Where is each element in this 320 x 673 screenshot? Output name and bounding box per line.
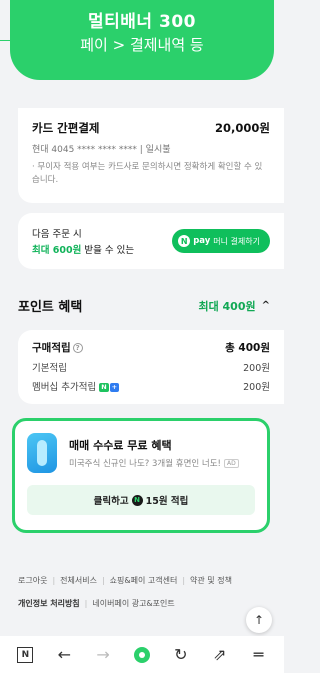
payment-amount: 20,000원 <box>215 121 270 135</box>
points-row-label: 기본적립 <box>32 363 67 374</box>
stock-fee-promo-banner[interactable]: 매매 수수료 무료 혜택 미국주식 신규인 나도? 3개월 휴면인 너도! AD … <box>12 418 270 533</box>
forward-button[interactable]: → <box>89 641 117 669</box>
claim-points-button[interactable]: 클릭하고 N 15원 적립 <box>27 485 255 515</box>
money-promo-line1: 다음 주문 시 <box>32 229 82 240</box>
claim-prefix: 클릭하고 <box>93 496 129 507</box>
refresh-icon: ↻ <box>174 645 188 664</box>
points-section-title: 포인트 혜택 <box>18 300 83 315</box>
points-section-header[interactable]: 포인트 혜택 최대 400원 ^ <box>18 296 284 316</box>
naver-n-badge-icon: N <box>99 383 109 392</box>
points-label: 구매적립 <box>32 342 71 354</box>
points-total: 총 400원 <box>225 342 270 354</box>
ad-tag: AD <box>223 459 239 468</box>
card-info: 현대 4045 **** **** **** | 일시불 <box>32 145 171 155</box>
points-card: 구매적립? 총 400원 기본적립 200원 멤버십 추가적립 N + 200원 <box>18 330 284 404</box>
npay-button-label: pay <box>193 236 211 246</box>
arrow-left-icon: ← <box>57 645 71 664</box>
menu-icon: ═ <box>253 645 264 664</box>
chevron-up-icon[interactable]: ^ <box>262 300 270 311</box>
points-row: 기본적립 200원 <box>32 360 270 374</box>
points-row: 멤버십 추가적립 N + 200원 <box>32 379 270 393</box>
scroll-to-top-button[interactable]: ↑ <box>246 607 272 633</box>
npay-n-icon: N <box>178 235 191 247</box>
footer-link-ads-points[interactable]: 네이버페이 광고&포인트 <box>92 598 174 609</box>
arrow-right-icon: → <box>96 645 110 664</box>
money-promo-line2: 최대 600원 받을 수 있는 <box>32 242 134 256</box>
points-row-label-wrap: 멤버십 추가적립 N + <box>32 379 120 393</box>
browser-toolbar: N ← → ↻ ⇗ ═ <box>0 636 284 673</box>
banner-subtitle: 페이 > 결제내역 등 <box>80 36 204 54</box>
banner-title: 멀티배너 300 <box>88 12 196 32</box>
arrow-up-icon: ↑ <box>253 613 265 627</box>
points-row-value: 200원 <box>243 363 270 374</box>
share-icon: ⇗ <box>212 645 227 664</box>
money-promo-highlight: 최대 600원 <box>32 245 82 256</box>
installment-note: · 무이자 적용 여부는 카드사로 문의하시면 정확하게 확인할 수 있습니다. <box>32 162 263 185</box>
back-button[interactable]: ← <box>50 641 78 669</box>
footer-link-terms[interactable]: 약관 및 정책 <box>190 575 232 586</box>
footer-link-support[interactable]: 쇼핑&페이 고객센터 <box>110 575 178 586</box>
npay-money-promo: 다음 주문 시 최대 600원 받을 수 있는 N pay 머니 결제하기 <box>18 213 284 269</box>
green-dot-button[interactable] <box>128 641 156 669</box>
promo-subtitle-wrap: 미국주식 신규인 나도? 3개월 휴면인 너도! AD <box>69 457 239 469</box>
payment-detail-card: 카드 간편결제 20,000원 현대 4045 **** **** **** |… <box>18 108 284 203</box>
footer-links: 로그아웃 | 전체서비스 | 쇼핑&페이 고객센터 | 약관 및 정책 개인정보 처리… <box>0 575 284 609</box>
menu-button[interactable]: ═ <box>244 641 272 669</box>
npay-button-suffix: 머니 결제하기 <box>213 236 260 246</box>
share-button[interactable]: ⇗ <box>206 641 234 669</box>
claim-suffix: 15원 적립 <box>145 496 189 507</box>
points-row-label: 멤버십 추가적립 <box>32 382 97 393</box>
plus-badge-icon: + <box>109 383 120 392</box>
footer-link-privacy[interactable]: 개인정보 처리방침 <box>18 598 80 609</box>
payment-method: 카드 간편결제 <box>32 121 100 135</box>
info-icon[interactable]: ? <box>72 343 83 353</box>
footer-divider: | <box>84 599 88 608</box>
points-section-max: 최대 400원 ^ <box>198 298 270 314</box>
footer-link-logout[interactable]: 로그아웃 <box>18 575 47 586</box>
points-label-wrap: 구매적립? <box>32 340 83 355</box>
green-dot-icon <box>133 646 150 663</box>
annotation-banner: 멀티배너 300 페이 > 결제내역 등 <box>10 0 274 80</box>
footer-link-all-services[interactable]: 전체서비스 <box>60 575 97 586</box>
points-row-value: 200원 <box>243 382 270 393</box>
footer-divider: | <box>52 576 56 585</box>
npay-coin-icon: N <box>131 494 143 506</box>
refresh-button[interactable]: ↻ <box>167 641 195 669</box>
points-max-value: 최대 400원 <box>198 299 256 313</box>
promo-subtitle: 미국주식 신규인 나도? 3개월 휴면인 너도! <box>69 459 221 469</box>
money-promo-rest: 받을 수 있는 <box>81 245 135 256</box>
naver-home-button[interactable]: N <box>11 641 39 669</box>
npay-money-pay-button[interactable]: N pay 머니 결제하기 <box>172 229 270 253</box>
naver-n-icon: N <box>17 646 34 663</box>
footer-divider: | <box>182 576 186 585</box>
promo-title: 매매 수수료 무료 혜택 <box>69 439 172 452</box>
phone-illustration-icon <box>27 433 57 473</box>
footer-divider: | <box>101 576 105 585</box>
